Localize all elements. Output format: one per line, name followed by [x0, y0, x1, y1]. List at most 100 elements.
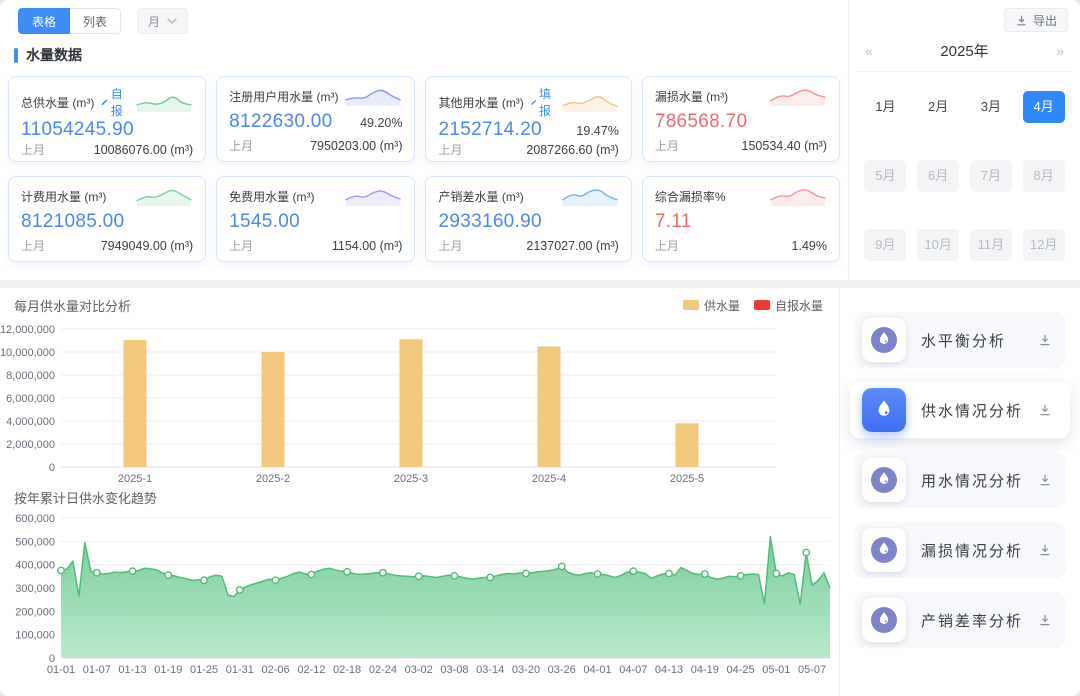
- svg-text:03-26: 03-26: [548, 664, 576, 676]
- prev-year-button[interactable]: «: [861, 43, 877, 59]
- section-title: 水量数据: [14, 45, 848, 65]
- stat-card-header: 免费用水量 (m³): [229, 185, 402, 207]
- stat-card-footer: 上月7949049.00 (m³): [21, 237, 193, 254]
- view-toggle-group: 表格 列表: [18, 8, 121, 34]
- stat-card-value-row: 7.11: [655, 211, 827, 233]
- stat-card-value-row: 8122630.00 49.20%: [229, 111, 402, 133]
- report-edit-link[interactable]: 自报: [100, 85, 129, 119]
- report-edit-link[interactable]: 填报: [530, 85, 555, 119]
- trend-sparkline: [561, 185, 619, 207]
- stat-card-value: 1545.00: [229, 211, 300, 233]
- data-point-marker: [165, 572, 171, 578]
- stat-card-footer: 上月 2087266.60 (m³): [438, 141, 618, 158]
- tab-list[interactable]: 列表: [70, 8, 121, 34]
- prev-month-value: 1.49%: [792, 239, 827, 253]
- pencil-icon: [530, 97, 537, 108]
- bar-供水量-2025-1: [124, 340, 147, 467]
- prev-month-value: 7950203.00 (m³): [310, 139, 402, 153]
- section-title-text: 水量数据: [26, 45, 82, 65]
- svg-text:2025-4: 2025-4: [532, 473, 566, 485]
- month-cell-6月: 6月: [917, 160, 959, 192]
- stat-card-value: 11054245.90: [21, 119, 134, 141]
- download-icon[interactable]: [1038, 543, 1052, 557]
- legend-swatch: [754, 300, 770, 310]
- data-point-marker: [702, 571, 708, 577]
- svg-text:6,000,000: 6,000,000: [6, 393, 55, 405]
- pencil-icon: [100, 97, 108, 108]
- legend-item-自报水量[interactable]: 自报水量: [754, 297, 823, 314]
- svg-text:200,000: 200,000: [15, 606, 55, 618]
- prev-month-label: 上月: [229, 137, 253, 154]
- bar-chart: 02,000,0004,000,0006,000,0008,000,00010,…: [0, 314, 834, 486]
- data-point-marker: [129, 568, 135, 574]
- stat-card: 计费用水量 (m³)8121085.00上月7949049.00 (m³): [8, 176, 206, 262]
- svg-text:03-02: 03-02: [405, 664, 433, 676]
- svg-text:05-07: 05-07: [798, 664, 826, 676]
- download-icon[interactable]: [1038, 403, 1052, 417]
- stat-card-percent: 49.20%: [360, 116, 402, 130]
- export-button[interactable]: 导出: [1004, 8, 1068, 32]
- download-icon[interactable]: [1038, 613, 1052, 627]
- stat-card-header: 计费用水量 (m³): [21, 185, 193, 207]
- calendar-panel: 导出 « 2025年 » 1月2月3月4月5月6月7月8月9月10月11月12月: [848, 0, 1080, 280]
- svg-text:01-01: 01-01: [47, 664, 75, 676]
- analysis-item-供水情况分析[interactable]: 供水情况分析: [850, 382, 1070, 438]
- stat-card-header: 其他用水量 (m³)填报: [438, 85, 618, 119]
- legend-label: 供水量: [704, 297, 740, 314]
- month-cell-1月[interactable]: 1月: [864, 91, 906, 123]
- analysis-item-用水情况分析[interactable]: 用水情况分析: [854, 452, 1066, 508]
- analysis-item-漏损情况分析[interactable]: 漏损情况分析: [854, 522, 1066, 578]
- area-chart-header: 按年累计日供水变化趋势: [0, 488, 839, 506]
- data-point-marker: [523, 570, 529, 576]
- month-cell-4月[interactable]: 4月: [1023, 91, 1065, 123]
- stat-card-value-row: 11054245.90: [21, 119, 193, 141]
- stat-card-value: 8122630.00: [229, 111, 332, 133]
- water-drop-icon: [862, 458, 906, 502]
- data-point-marker: [272, 577, 278, 583]
- download-icon[interactable]: [1038, 333, 1052, 347]
- charts-main: 每月供水量对比分析 供水量自报水量 02,000,0004,000,0006,0…: [0, 288, 839, 696]
- data-point-marker: [666, 570, 672, 576]
- period-select[interactable]: 月: [137, 8, 188, 34]
- svg-text:2025-2: 2025-2: [256, 473, 290, 485]
- analysis-item-label: 产销差率分析: [921, 610, 1023, 631]
- data-point-marker: [630, 568, 636, 574]
- prev-month-value: 150534.40 (m³): [742, 139, 827, 153]
- data-point-marker: [451, 573, 457, 579]
- month-cell-3月[interactable]: 3月: [970, 91, 1012, 123]
- charts-panel: 每月供水量对比分析 供水量自报水量 02,000,0004,000,0006,0…: [0, 288, 1080, 696]
- svg-text:04-07: 04-07: [619, 664, 647, 676]
- stat-card: 其他用水量 (m³)填报2152714.2019.47%上月 2087266.60…: [425, 76, 631, 162]
- bar-chart-header: 每月供水量对比分析 供水量自报水量: [0, 296, 839, 314]
- data-point-marker: [58, 567, 64, 573]
- month-cell-12月: 12月: [1023, 229, 1065, 261]
- stat-card-title: 计费用水量 (m³): [21, 188, 106, 205]
- analysis-item-水平衡分析[interactable]: 水平衡分析: [854, 312, 1066, 368]
- stat-card-header: 注册用户用水量 (m³): [229, 85, 402, 107]
- download-icon[interactable]: [1038, 473, 1052, 487]
- analysis-item-label: 用水情况分析: [921, 470, 1023, 491]
- export-row: 导出: [849, 0, 1080, 32]
- analysis-item-产销差率分析[interactable]: 产销差率分析: [854, 592, 1066, 648]
- stat-card: 综合漏损率%7.11上月1.49%: [642, 176, 840, 262]
- prev-month-label: 上月: [438, 141, 462, 158]
- water-drop-icon: [862, 388, 906, 432]
- title-accent-bar: [14, 48, 18, 63]
- svg-text:500,000: 500,000: [15, 536, 55, 548]
- legend-item-供水量[interactable]: 供水量: [683, 297, 740, 314]
- prev-month-value: 2087266.60 (m³): [526, 143, 618, 157]
- trend-sparkline: [769, 185, 827, 207]
- tab-table[interactable]: 表格: [18, 8, 70, 34]
- bar-供水量-2025-3: [400, 339, 423, 467]
- stat-card-header: 漏损水量 (m³): [655, 85, 827, 107]
- report-edit-label: 填报: [539, 85, 555, 119]
- next-year-button[interactable]: »: [1052, 43, 1068, 59]
- data-point-marker: [737, 573, 743, 579]
- month-cell-2月[interactable]: 2月: [917, 91, 959, 123]
- prev-month-label: 上月: [21, 237, 45, 254]
- month-cell-5月: 5月: [864, 160, 906, 192]
- stat-card-value-row: 2152714.2019.47%: [438, 119, 618, 141]
- area-chart: 0100,000200,000300,000400,000500,000600,…: [0, 506, 834, 688]
- svg-text:03-20: 03-20: [512, 664, 540, 676]
- calendar-header: « 2025年 »: [857, 36, 1072, 72]
